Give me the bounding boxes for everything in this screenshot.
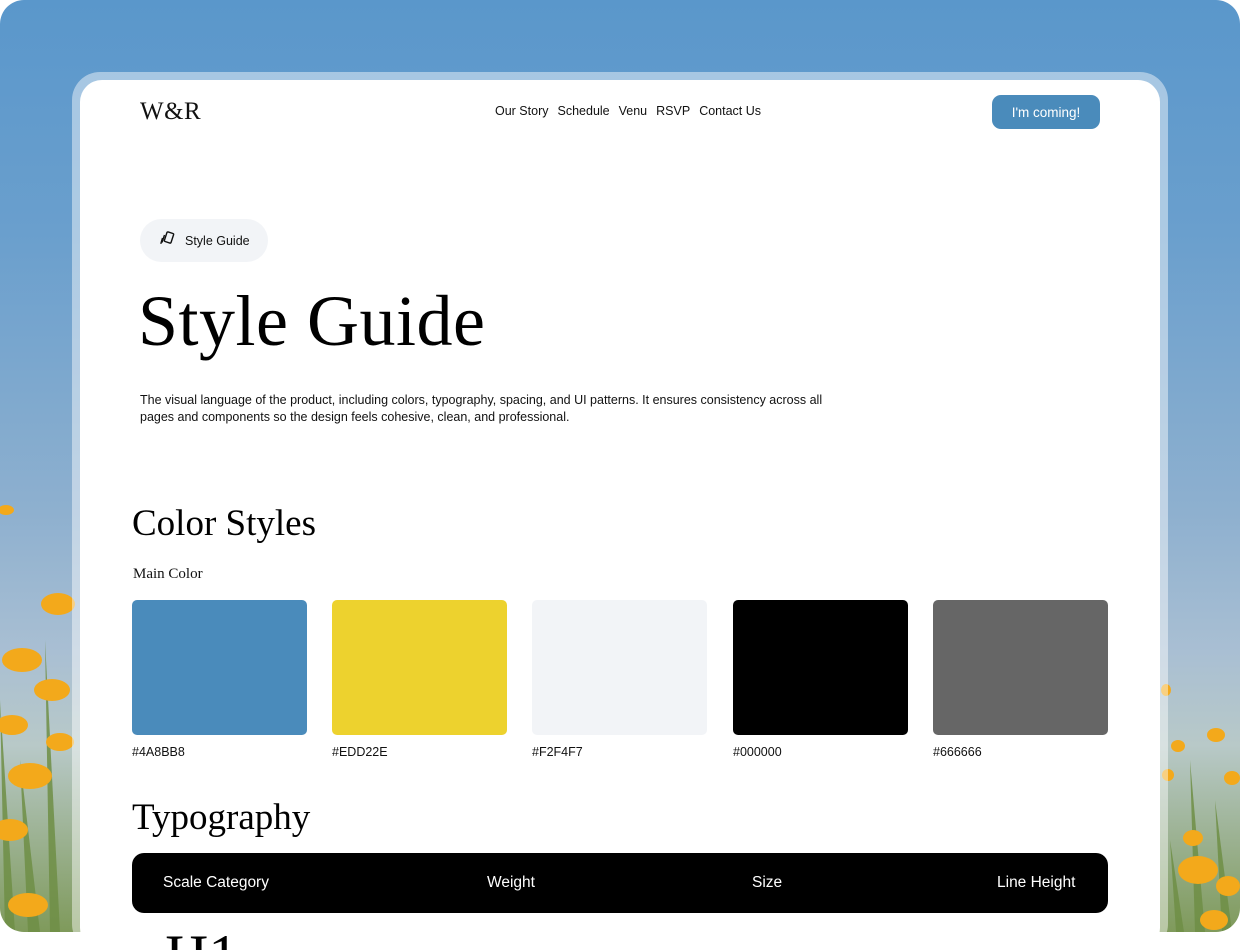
- column-header-scale-category: Scale Category: [163, 874, 269, 891]
- color-hex-label: #F2F4F7: [532, 745, 583, 759]
- column-header-weight: Weight: [487, 874, 535, 891]
- nav-link-our-story[interactable]: Our Story: [495, 104, 549, 118]
- main-navigation: Our Story Schedule Venu RSVP Contact Us: [495, 104, 761, 118]
- style-guide-page: W&R Our Story Schedule Venu RSVP Contact…: [80, 80, 1160, 950]
- page-description: The visual language of the product, incl…: [140, 393, 823, 424]
- typography-table-header: Scale Category Weight Size Line Height: [132, 853, 1108, 913]
- color-hex-label: #4A8BB8: [132, 745, 185, 759]
- main-color-label: Main Color: [133, 566, 203, 582]
- color-swatch-blue: [132, 600, 307, 735]
- color-hex-label: #000000: [733, 745, 782, 759]
- im-coming-button[interactable]: I'm coming!: [992, 95, 1100, 129]
- color-hex-label: #666666: [933, 745, 982, 759]
- nav-link-rsvp[interactable]: RSVP: [656, 104, 690, 118]
- color-swatch-black: [733, 600, 908, 735]
- color-swatch-yellow: [332, 600, 507, 735]
- site-logo[interactable]: W&R: [140, 98, 201, 126]
- nav-link-contact-us[interactable]: Contact Us: [699, 104, 761, 118]
- column-header-size: Size: [752, 874, 783, 891]
- color-swatch-gray: [933, 600, 1108, 735]
- style-guide-chip: Style Guide: [140, 219, 268, 262]
- color-swatch-light-gray: [532, 600, 707, 735]
- color-styles-heading: Color Styles: [132, 503, 316, 544]
- page-title: Style Guide: [138, 281, 486, 361]
- swatches-icon: [159, 230, 176, 252]
- nav-link-schedule[interactable]: Schedule: [558, 104, 610, 118]
- typography-heading: Typography: [132, 797, 311, 838]
- column-header-line-height: Line Height: [997, 874, 1076, 891]
- typography-sample-h1: H1: [165, 926, 238, 950]
- chip-label: Style Guide: [185, 233, 250, 248]
- color-hex-label: #EDD22E: [332, 745, 388, 759]
- nav-link-venu[interactable]: Venu: [619, 104, 648, 118]
